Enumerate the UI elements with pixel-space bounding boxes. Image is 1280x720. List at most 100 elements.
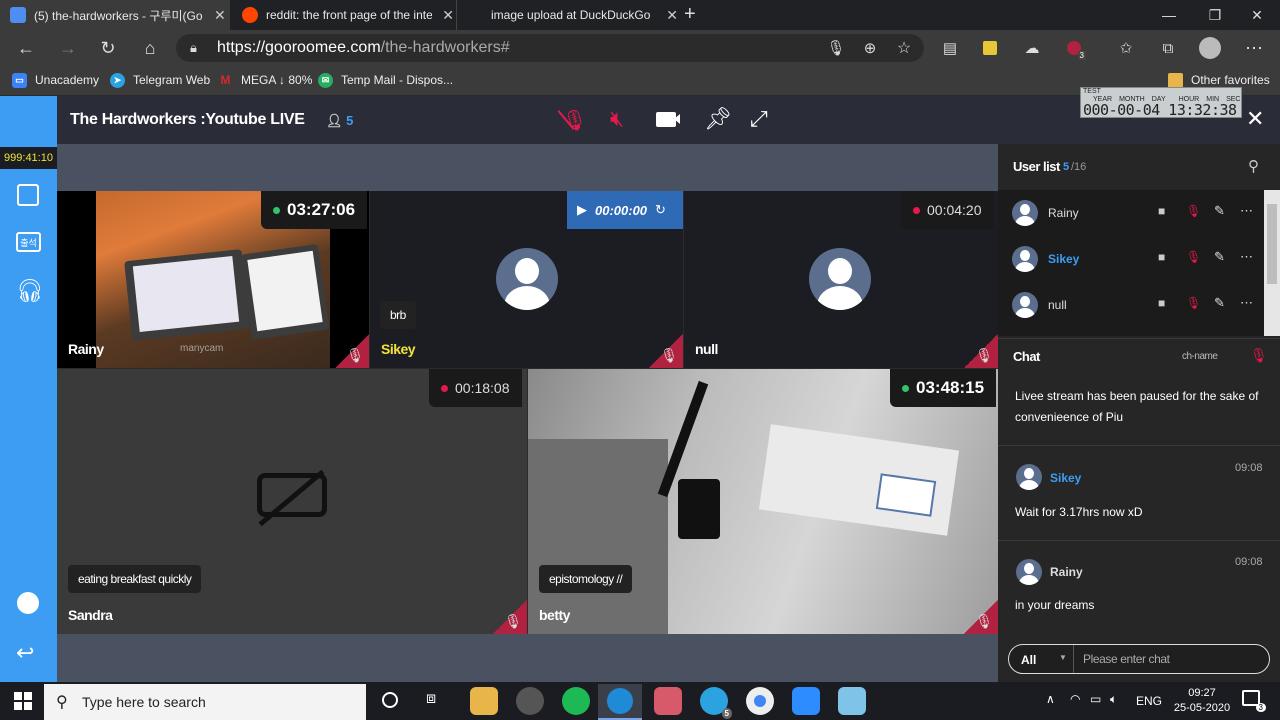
clock-date: 25-05-2020 [1173,702,1231,714]
ublock-extension-icon[interactable]: 3 [1060,34,1088,62]
chat-target-select[interactable]: All [1021,653,1036,667]
input-language[interactable]: ENG [1136,694,1162,708]
video-tile-null[interactable]: 00:04:20 null 🎙︎ [684,191,998,368]
chat-user: Rainy [1050,565,1083,579]
reload-icon[interactable]: ↻ [94,34,122,62]
taskbar-search[interactable]: ⚲ Type here to search [44,684,366,720]
app-icon[interactable] [838,687,866,715]
extension-icon-1[interactable] [976,34,1004,62]
camera-icon[interactable]: ■ [1158,296,1165,310]
favorites-icon[interactable]: ✩ [1112,34,1140,62]
more-icon[interactable]: ⋯ [1240,295,1253,311]
mic-muted-icon[interactable]: 🎙︎ [1186,296,1201,310]
wifi-icon[interactable]: ◠ [1070,692,1080,706]
battery-icon[interactable]: ▭ [1090,692,1101,706]
home-icon[interactable]: ⌂ [136,34,164,62]
forward-icon[interactable]: → [54,34,82,62]
user-row-null[interactable]: null ■ 🎙︎ ✎ ⋯ [998,282,1263,328]
search-icon[interactable]: ⚲ [1248,157,1259,175]
back-icon[interactable]: ← [12,34,40,62]
close-room-icon[interactable]: ✕ [1246,106,1264,132]
edit-icon[interactable]: ✎ [1214,203,1225,219]
add-to-collection-icon[interactable]: ⊕ [856,34,884,62]
collections-icon[interactable]: ⧉ [1154,34,1182,62]
replay-icon[interactable]: ↻ [655,202,666,218]
user-row-rainy[interactable]: Rainy ■ 🎙︎ ✎ ⋯ [998,190,1263,236]
minimize-icon[interactable]: — [1146,0,1192,30]
tab-gooroomee[interactable]: (5) the-hardworkers - 구루미(Go ✕ [0,0,230,30]
more-icon[interactable]: ⋯ [1240,203,1253,219]
spotify-icon[interactable] [562,687,590,715]
reading-view-icon[interactable]: ▤ [936,34,964,62]
video-tile-betty[interactable]: 03:48:15 epistomology // betty 🎙︎ [528,369,998,634]
chat-title: Chat [1013,349,1040,364]
camera-icon[interactable]: ■ [1158,250,1165,264]
microphone-blocked-icon[interactable]: 🎙︎ [822,34,850,62]
zoom-icon[interactable] [792,687,820,715]
userlist-scrollbar[interactable] [1264,190,1280,336]
edit-icon[interactable]: ✎ [1214,249,1225,265]
mic-muted-icon[interactable]: 🎙︎ [1186,204,1201,218]
bookmark-tempmail[interactable]: ✉ Temp Mail - Dispos... [318,71,453,89]
tab-close-icon[interactable]: ✕ [666,7,678,24]
tab-title: image upload at DuckDuckGo [491,8,651,22]
video-tile-rainy[interactable]: manycam 03:27:06 Rainy 🎙︎ [57,191,369,368]
telegram-icon[interactable]: 5 [700,687,732,719]
video-tile-sandra[interactable]: 00:18:08 eating breakfast quickly Sandra… [57,369,527,634]
chrome-icon[interactable] [746,687,774,715]
bookmark-mega[interactable]: M MEGA ↓ 80% [218,71,313,89]
participant-count[interactable]: 👤︎ 5 [326,113,353,129]
file-explorer-icon[interactable] [470,687,498,715]
extension-icon-2[interactable]: ☁ [1018,34,1046,62]
tab-close-icon[interactable]: ✕ [442,7,454,24]
chevron-down-icon[interactable]: ▼ [1059,653,1067,662]
camera-icon[interactable]: ■ [1158,204,1165,218]
chat-input[interactable]: Please enter chat [1083,652,1170,666]
speaker-muted-icon[interactable]: 🔇︎ [610,106,624,132]
media-player[interactable]: ▶ 00:00:00 ↻ [567,191,683,229]
camera-icon[interactable] [656,112,676,127]
side-panel: User list 5 /16 ⚲ Rainy ■ 🎙︎ ✎ ⋯ Sikey ■… [998,144,1280,682]
bookmark-telegram[interactable]: ➤ Telegram Web [110,71,210,89]
app-icon[interactable] [654,687,682,715]
chat-mute-icon[interactable]: 🎙︎ [1250,347,1268,364]
url-host: https://gooroomee.com [217,39,381,56]
volume-icon[interactable]: 🔈︎ [1110,692,1117,707]
tab-duckduckgo[interactable]: image upload at DuckDuckGo ✕ [456,0,678,30]
more-menu-icon[interactable]: ⋯ [1240,34,1268,62]
app-icon[interactable] [516,687,544,715]
tab-close-icon[interactable]: ✕ [214,7,226,24]
tab-reddit[interactable]: reddit: the front page of the inte ✕ [232,0,454,30]
calendar-icon[interactable] [17,184,39,206]
favorite-star-icon[interactable]: ☆ [890,34,918,62]
video-tile-sikey[interactable]: ▶ 00:00:00 ↻ brb Sikey 🎙︎ [370,191,683,368]
windows-start-icon[interactable] [14,692,32,710]
window-close-icon[interactable]: ✕ [1234,0,1280,30]
play-icon[interactable]: ▶ [577,202,587,218]
pin-icon[interactable]: 📌︎ [704,106,732,132]
cortana-icon[interactable] [382,692,398,708]
maximize-icon[interactable]: ❐ [1192,0,1238,30]
tray-chevron-icon[interactable]: ∧ [1046,692,1055,706]
attendance-icon[interactable]: 출석 [16,232,41,252]
task-view-icon[interactable]: ⧈ [426,690,436,708]
bookmark-unacademy[interactable]: ▭ Unacademy [12,71,99,89]
more-icon[interactable]: ⋯ [1240,249,1253,265]
profile-avatar[interactable] [1196,34,1224,62]
url-text[interactable]: https://gooroomee.com/the-hardworkers# [217,39,510,57]
scroll-thumb[interactable] [1267,204,1277,284]
channel-name-button[interactable]: ch-name [1182,351,1218,362]
user-row-sikey[interactable]: Sikey ■ 🎙︎ ✎ ⋯ [998,236,1263,282]
chat-bubble-icon[interactable] [17,592,39,614]
exit-icon[interactable]: ↩ [16,640,34,666]
edit-icon[interactable]: ✎ [1214,295,1225,311]
notifications-icon[interactable]: 3 [1242,690,1266,712]
new-tab-button[interactable]: + [684,3,696,26]
tile-mic-muted: 🎙︎ [964,600,998,634]
fullscreen-icon[interactable]: ⤢ [750,106,768,132]
chat-user: Sikey [1050,471,1082,485]
headphones-icon[interactable]: 🎧︎ [16,278,44,304]
mic-muted-icon[interactable]: 🎙︎ [1186,250,1201,264]
taskbar-clock[interactable]: 09:27 25-05-2020 [1172,686,1232,716]
edge-taskbar-active[interactable] [598,684,642,720]
